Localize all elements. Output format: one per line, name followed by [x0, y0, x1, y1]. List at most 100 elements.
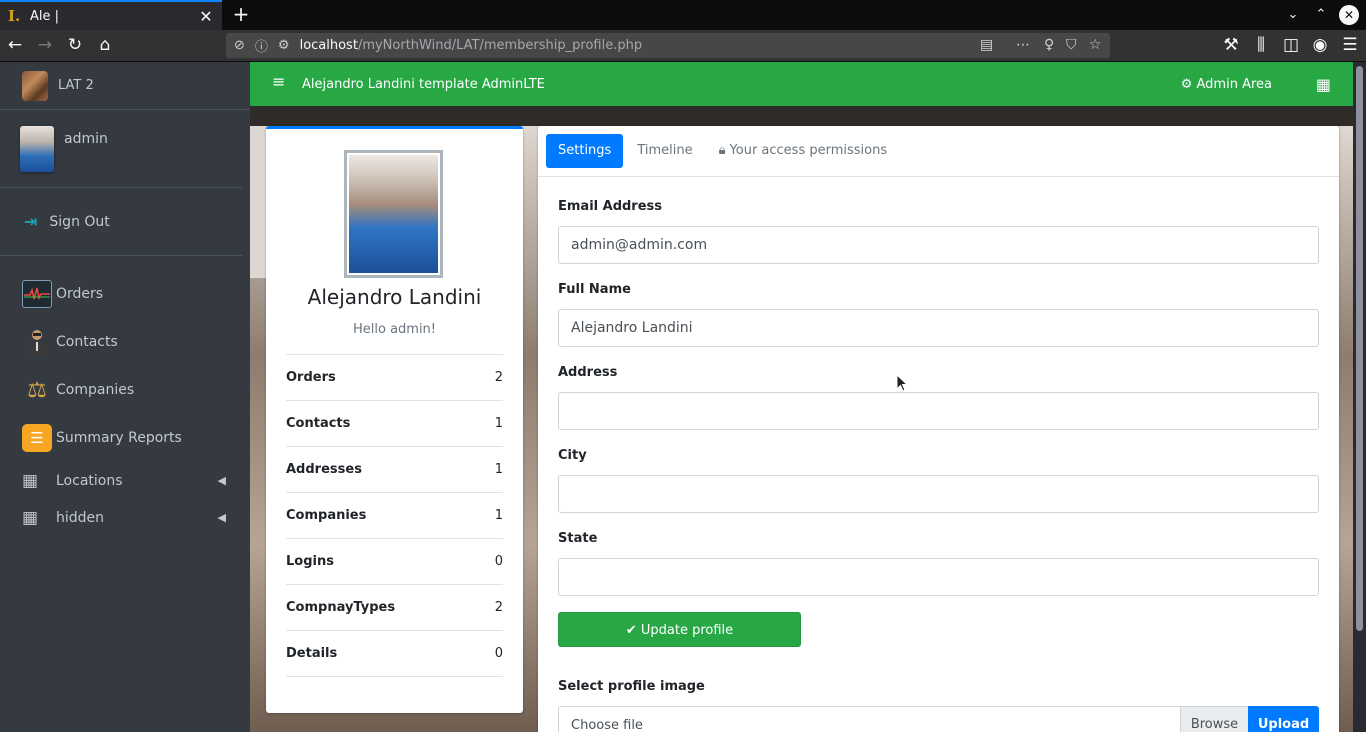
lightbulb-icon[interactable]: ♀ — [1044, 33, 1054, 58]
back-arrow-icon[interactable]: ← — [4, 34, 26, 56]
profile-photo — [344, 150, 443, 278]
list-item: Contacts 1 — [286, 401, 503, 447]
state-label: State — [558, 531, 598, 546]
check-icon: ✔ — [625, 623, 641, 638]
update-profile-button[interactable]: ✔ Update profile — [558, 612, 801, 647]
stat-label: Companies — [286, 508, 367, 523]
scrollbar-thumb[interactable] — [1356, 66, 1363, 631]
file-input[interactable]: Choose file Browse Upload — [558, 706, 1319, 732]
sidebar-item-label: Orders — [56, 286, 104, 302]
stat-value: 0 — [494, 646, 503, 661]
sidebar: LAT 2 admin ⇥ Sign Out Orders Contacts ⚖… — [0, 62, 250, 732]
window-close-icon[interactable]: ✕ — [1339, 5, 1359, 25]
reader-view-icon[interactable]: ▤ — [980, 33, 993, 58]
sidebar-item-orders[interactable]: Orders — [0, 270, 250, 318]
sign-out-link[interactable]: ⇥ Sign Out — [0, 188, 242, 256]
brand-logo — [22, 70, 48, 101]
list-item: Details 0 — [286, 631, 503, 677]
menu-icon[interactable]: ☰ — [1339, 34, 1361, 56]
address-label: Address — [558, 365, 618, 380]
stat-label: Logins — [286, 554, 334, 569]
url-path: /myNorthWind/LAT/membership_profile.php — [357, 38, 643, 53]
reload-icon[interactable]: ↻ — [64, 34, 86, 56]
stat-value: 1 — [494, 416, 503, 431]
sidebar-toggle-icon[interactable]: ◫ — [1280, 34, 1302, 56]
state-field[interactable] — [558, 558, 1319, 596]
sidebar-item-label: Contacts — [56, 334, 118, 350]
sidebar-item-summary-reports[interactable]: ☰ Summary Reports — [0, 414, 250, 462]
new-tab-button[interactable]: + — [230, 3, 252, 27]
close-tab-icon[interactable]: ✕ — [198, 7, 214, 26]
pocket-icon[interactable]: ⛉ — [1066, 33, 1077, 58]
wrench-icon[interactable]: ⚒ — [1220, 34, 1242, 56]
city-field[interactable] — [558, 475, 1319, 513]
stat-value: 1 — [494, 462, 503, 477]
hamburger-menu-icon[interactable]: ≡ — [272, 72, 292, 91]
bookmark-star-icon[interactable]: ☆ — [1089, 33, 1102, 58]
list-item: Companies 1 — [286, 493, 503, 539]
profile-photo-image — [349, 155, 438, 273]
profile-stats-list: Orders 2 Contacts 1 Addresses 1 Companies 1 … — [286, 354, 503, 677]
sidebar-item-label: hidden — [56, 509, 105, 526]
tab-access-permissions[interactable]: 🔒︎ Your access permissions — [707, 134, 900, 168]
stat-label: Contacts — [286, 416, 351, 431]
profile-name: Alejandro Landini — [307, 285, 482, 309]
settings-tabs: Settings Timeline 🔒︎ Your access permissi… — [538, 126, 1339, 177]
browse-button[interactable]: Browse — [1180, 707, 1248, 732]
tab-settings[interactable]: Settings — [546, 134, 624, 168]
url-host: localhost — [299, 38, 358, 53]
stat-value: 2 — [494, 600, 503, 615]
choose-file-text: Choose file — [571, 717, 643, 732]
browser-navbar: ← → ↻ ⌂ ⊘ ⓘ ⚙ localhost/myNorthWind/LAT/… — [0, 30, 1366, 62]
url-bar[interactable]: ⊘ ⓘ ⚙ localhost/myNorthWind/LAT/membersh… — [226, 33, 1110, 58]
tracking-protection-icon[interactable]: ⊘ — [234, 38, 245, 53]
gears-icon: ⚙ — [1180, 76, 1197, 92]
lock-icon: 🔒︎ — [718, 143, 726, 158]
user-name[interactable]: admin — [64, 131, 108, 147]
permissions-icon[interactable]: ⚙ — [278, 38, 290, 53]
tab-access-permissions-label: Your access permissions — [729, 143, 888, 158]
profile-form: Email Address Full Name Address City Sta… — [558, 198, 1319, 732]
admin-area-link[interactable]: ⚙ Admin Area — [1181, 77, 1272, 92]
full-name-label: Full Name — [558, 282, 631, 297]
page-actions-icon[interactable]: ⋯ — [1016, 33, 1030, 58]
sidebar-item-companies[interactable]: ⚖ Companies — [0, 366, 250, 414]
home-icon[interactable]: ⌂ — [94, 34, 116, 56]
content-wrapper: Alejandro Landini Hello admin! Orders 2 C… — [250, 106, 1353, 732]
upload-button[interactable]: Upload — [1248, 706, 1319, 732]
browser-tab-title: Ale | — [30, 8, 60, 24]
main-header: ≡ Alejandro Landini template AdminLTE ⚙ … — [250, 62, 1353, 106]
sidebar-item-locations[interactable]: ▦ Locations ◀ — [0, 462, 250, 499]
browser-tab[interactable]: I. Ale | ✕ — [0, 0, 222, 30]
forward-arrow-icon[interactable]: → — [34, 34, 56, 56]
stat-label: CompnayTypes — [286, 600, 396, 615]
page-scrollbar[interactable] — [1353, 62, 1366, 732]
chevron-down-icon[interactable]: ⌄ — [1283, 5, 1303, 25]
apps-grid-icon[interactable]: ▦ — [1316, 75, 1331, 94]
sidebar-item-hidden[interactable]: ▦ hidden ◀ — [0, 499, 250, 536]
site-info-icon[interactable]: ⓘ — [255, 36, 268, 55]
sidebar-item-label: Companies — [56, 382, 135, 398]
stat-value: 1 — [494, 508, 503, 523]
address-field[interactable] — [558, 392, 1319, 430]
library-icon[interactable]: ⫼ — [1250, 34, 1272, 56]
person-icon — [22, 328, 52, 356]
email-label: Email Address — [558, 199, 663, 214]
admin-area-label: Admin Area — [1196, 76, 1272, 92]
sign-out-icon: ⇥ — [24, 212, 38, 231]
avatar[interactable] — [20, 125, 54, 172]
list-item: Orders 2 — [286, 355, 503, 401]
heartbeat-monitor-icon — [22, 280, 52, 308]
site-favicon-icon: I. — [8, 7, 21, 25]
sidebar-item-label: Locations — [56, 472, 123, 489]
email-field[interactable] — [558, 226, 1319, 264]
mouse-cursor-icon — [896, 374, 908, 392]
account-icon[interactable]: ◉ — [1309, 34, 1331, 56]
browser-tab-strip: I. Ale | ✕ + ⌄ ⌃ ✕ — [0, 0, 1366, 30]
brand-link[interactable]: LAT 2 — [0, 62, 250, 110]
list-item: Addresses 1 — [286, 447, 503, 493]
tab-timeline[interactable]: Timeline — [625, 134, 704, 168]
sidebar-item-contacts[interactable]: Contacts — [0, 318, 250, 366]
full-name-field[interactable] — [558, 309, 1319, 347]
chevron-up-icon[interactable]: ⌃ — [1311, 5, 1331, 25]
